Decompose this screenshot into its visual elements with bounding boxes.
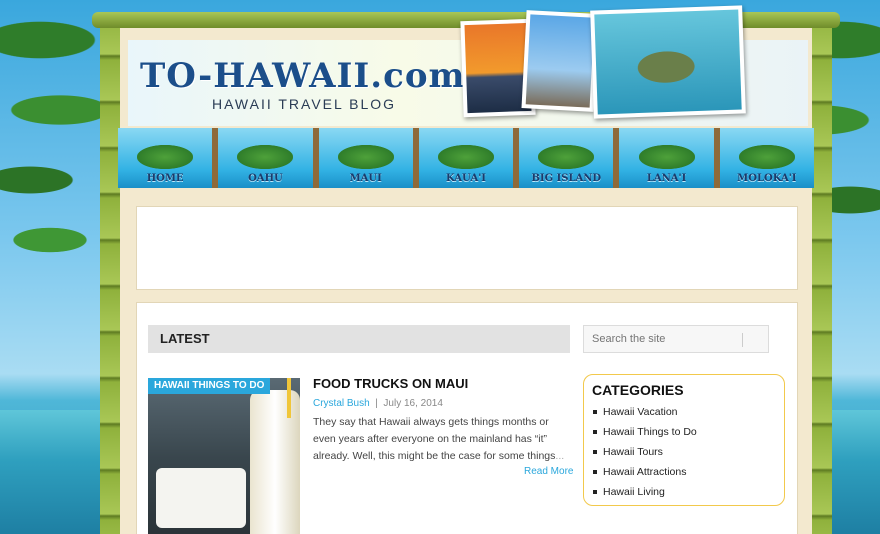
nav-item-label: OAHU [248,173,283,184]
bamboo-pole-right [812,14,832,534]
nav-item-home[interactable]: HOME [118,128,212,188]
nav-item-oahu[interactable]: OAHU [212,128,312,188]
categories-list: Hawaii Vacation Hawaii Things to Do Hawa… [593,404,697,504]
nav-item-molokai[interactable]: MOLOKA'I [713,128,814,188]
section-title: LATEST [160,331,210,346]
search-divider [742,333,743,347]
nav-item-lanai[interactable]: LANA'I [613,128,713,188]
category-link[interactable]: Hawaii Living [593,484,697,504]
excerpt-ellipsis: ... [555,450,565,462]
site-tagline: HAWAII TRAVEL BLOG [212,96,397,112]
nav-item-kauai[interactable]: KAUA'I [412,128,513,188]
post-thumbnail[interactable] [148,378,300,534]
post-date: July 16, 2014 [383,398,443,409]
lanai-island-icon [638,145,695,169]
island-chain-icon [137,145,194,169]
excerpt-text: They say that Hawaii always gets things … [313,416,556,462]
bamboo-pole-left [100,14,120,534]
maui-island-icon [337,145,394,169]
nav-item-label: MOLOKA'I [737,173,797,184]
nav-item-label: BIG ISLAND [531,173,602,184]
category-link[interactable]: Hawaii Attractions [593,464,697,484]
nav-item-label: HOME [146,173,184,184]
oahu-island-icon [237,145,294,169]
sea-turtle-photo [590,5,746,119]
big-island-icon [538,145,595,169]
nav-item-maui[interactable]: MAUI [312,128,413,188]
categories-title: CATEGORIES [592,382,684,398]
search-box [583,325,769,353]
post-author[interactable]: Crystal Bush [313,398,370,409]
kauai-island-icon [437,145,494,169]
categories-widget: CATEGORIES Hawaii Vacation Hawaii Things… [583,374,785,506]
post-excerpt: They say that Hawaii always gets things … [313,414,573,465]
latest-section-header: LATEST [148,325,570,353]
drink-jar-image [250,390,300,534]
nav-item-big-island[interactable]: BIG ISLAND [513,128,613,188]
tiki-statues-photo [521,10,599,112]
read-more-link[interactable]: Read More [524,466,573,477]
category-badge[interactable]: HAWAII THINGS TO DO [148,378,271,394]
category-link[interactable]: Hawaii Tours [593,444,697,464]
site-logo[interactable]: TO-HAWAII.com [140,56,465,96]
category-link[interactable]: Hawaii Things to Do [593,424,697,444]
search-input[interactable] [584,326,734,352]
island-nav: HOME OAHU MAUI KAUA'I BIG ISLAND LANA'I … [118,128,814,188]
category-link[interactable]: Hawaii Vacation [593,404,697,424]
meta-separator: | [375,398,378,409]
molokai-island-icon [738,145,795,169]
post-meta: Crystal Bush | July 16, 2014 [313,398,443,409]
nav-item-label: KAUA'I [446,173,486,184]
nav-item-label: MAUI [349,173,382,184]
post-title[interactable]: FOOD TRUCKS ON MAUI [313,376,468,391]
nav-item-label: LANA'I [646,173,687,184]
straw-image [287,378,291,418]
ad-banner-area [136,206,798,290]
food-container-image [156,468,246,528]
